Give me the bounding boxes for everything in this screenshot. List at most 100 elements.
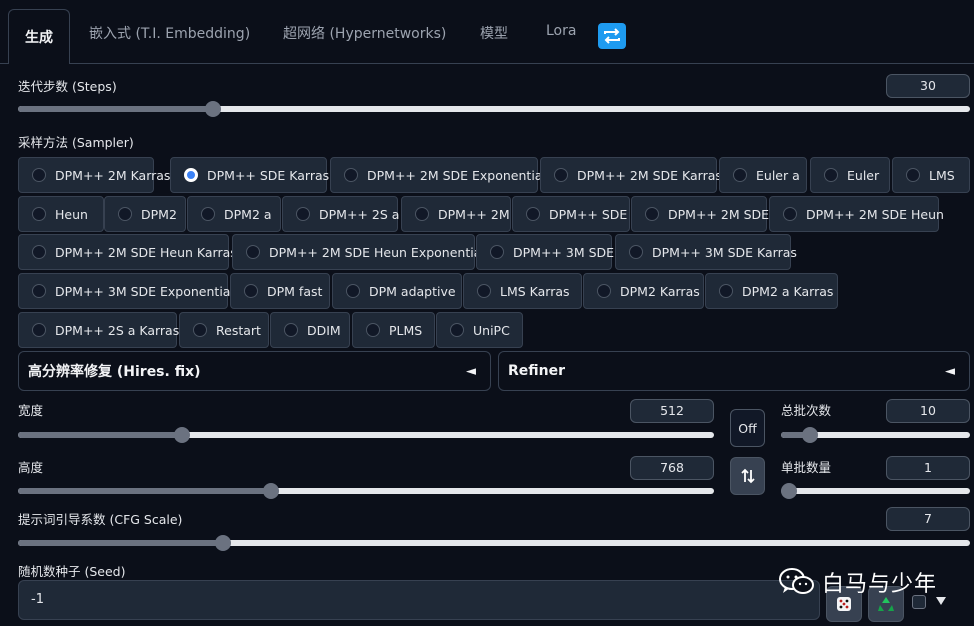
sampler-option-label: DPM++ 3M SDE Exponential: [55, 283, 234, 299]
sampler-option-label: LMS: [929, 167, 955, 183]
sampler-option[interactable]: UniPC: [436, 312, 523, 348]
radio-dot[interactable]: [244, 284, 258, 298]
radio-dot[interactable]: [415, 207, 429, 221]
slider-thumb[interactable]: [205, 101, 222, 117]
sampler-option[interactable]: DPM++ 3M SDE Karras: [615, 234, 797, 270]
steps-input[interactable]: 30: [886, 74, 970, 98]
sampler-option[interactable]: DPM++ 2M SDE Heun: [769, 196, 944, 232]
sampler-option[interactable]: Euler a: [719, 157, 807, 193]
radio-dot[interactable]: [450, 323, 464, 337]
radio-dot[interactable]: [597, 284, 611, 298]
cfg-input[interactable]: 7: [886, 507, 970, 531]
radio-dot[interactable]: [201, 207, 215, 221]
sampler-label: 采样方法 (Sampler): [18, 135, 134, 150]
radio-dot[interactable]: [526, 207, 540, 221]
radio-dot[interactable]: [824, 168, 838, 182]
swap-dimensions-button[interactable]: [730, 457, 765, 495]
sampler-option-label: Restart: [216, 322, 261, 338]
sampler-option[interactable]: DPM++ 2M SDE Heun Exponential: [232, 234, 485, 270]
sampler-option-label: DPM2: [141, 206, 177, 222]
radio-dot[interactable]: [246, 245, 260, 259]
radio-dot[interactable]: [284, 323, 298, 337]
radio-dot[interactable]: [344, 168, 358, 182]
cfg-slider[interactable]: [18, 533, 970, 553]
height-input[interactable]: 768: [630, 456, 714, 480]
slider-thumb[interactable]: [174, 427, 191, 443]
batch-count-slider[interactable]: [781, 425, 970, 445]
tab-model[interactable]: 模型: [480, 23, 508, 43]
slider-thumb[interactable]: [214, 535, 231, 551]
radio-dot[interactable]: [32, 168, 46, 182]
sampler-option[interactable]: DPM fast: [230, 273, 330, 309]
sampler-option[interactable]: PLMS: [352, 312, 435, 348]
steps-slider[interactable]: [18, 99, 970, 119]
batch-size-slider[interactable]: [781, 481, 970, 501]
radio-dot[interactable]: [118, 207, 132, 221]
radio-dot[interactable]: [193, 323, 207, 337]
sampler-option-label: Euler a: [756, 167, 800, 183]
sampler-option[interactable]: DPM++ 3M SDE Exponential: [18, 273, 234, 309]
sampler-option[interactable]: Euler: [810, 157, 890, 193]
hires-fix-accordion[interactable]: 高分辨率修复 (Hires. fix) ◄: [18, 351, 491, 391]
width-input[interactable]: 512: [630, 399, 714, 423]
sampler-option[interactable]: DPM++ SDE Karras: [170, 157, 329, 193]
sampler-option[interactable]: Restart: [179, 312, 269, 348]
radio-dot[interactable]: [32, 245, 46, 259]
tab-hypernetworks[interactable]: 超网络 (Hypernetworks): [283, 23, 446, 43]
width-slider[interactable]: [18, 425, 714, 445]
tab-embedding[interactable]: 嵌入式 (T.I. Embedding): [89, 23, 250, 43]
height-slider[interactable]: [18, 481, 714, 501]
tab-lora[interactable]: Lora: [546, 23, 576, 39]
radio-dot[interactable]: [629, 245, 643, 259]
sampler-option[interactable]: DPM2 a Karras: [705, 273, 838, 309]
refresh-icon[interactable]: [598, 23, 626, 49]
sampler-option[interactable]: DPM adaptive: [332, 273, 462, 309]
sampler-option[interactable]: DDIM: [270, 312, 350, 348]
sampler-option[interactable]: Heun: [18, 196, 104, 232]
sampler-option-label: LMS Karras: [500, 283, 570, 299]
seed-input[interactable]: -1: [18, 580, 820, 620]
refiner-accordion[interactable]: Refiner ◄: [498, 351, 970, 391]
slider-thumb[interactable]: [801, 427, 818, 443]
radio-dot[interactable]: [32, 284, 46, 298]
sampler-option[interactable]: DPM++ SDE: [512, 196, 630, 232]
sampler-option[interactable]: LMS Karras: [463, 273, 582, 309]
sampler-option[interactable]: DPM++ 2M SDE Exponential: [330, 157, 546, 193]
radio-dot[interactable]: [477, 284, 491, 298]
radio-dot[interactable]: [32, 207, 46, 221]
sampler-option[interactable]: DPM++ 2S a Karras: [18, 312, 179, 348]
slider-thumb[interactable]: [262, 483, 279, 499]
sampler-option[interactable]: DPM++ 3M SDE: [476, 234, 614, 270]
radio-dot[interactable]: [184, 168, 198, 182]
radio-dot[interactable]: [554, 168, 568, 182]
sampler-option[interactable]: DPM++ 2M: [401, 196, 511, 232]
tab-generate[interactable]: 生成: [8, 9, 70, 64]
sampler-option[interactable]: DPM++ 2M Karras: [18, 157, 170, 193]
slider-thumb[interactable]: [781, 483, 797, 499]
sampler-option[interactable]: DPM++ 2M SDE Karras: [540, 157, 722, 193]
sampler-option[interactable]: LMS: [892, 157, 970, 193]
radio-dot[interactable]: [645, 207, 659, 221]
radio-dot[interactable]: [490, 245, 504, 259]
sampler-option-label: DPM++ 2M SDE Karras: [577, 167, 722, 183]
radio-dot[interactable]: [719, 284, 733, 298]
radio-dot[interactable]: [733, 168, 747, 182]
sampler-option[interactable]: DPM++ 2M SDE: [631, 196, 769, 232]
sampler-option[interactable]: DPM++ 2M SDE Heun Karras: [18, 234, 237, 270]
sampler-option[interactable]: DPM2 Karras: [583, 273, 704, 309]
aspect-lock-button[interactable]: Off: [730, 409, 765, 447]
radio-dot[interactable]: [32, 323, 46, 337]
radio-dot[interactable]: [346, 284, 360, 298]
sampler-option[interactable]: DPM2: [104, 196, 186, 232]
sampler-option[interactable]: DPM2 a: [187, 196, 281, 232]
batch-count-input[interactable]: 10: [886, 399, 970, 423]
sampler-option-label: UniPC: [473, 322, 510, 338]
hires-fix-label: 高分辨率修复 (Hires. fix): [28, 364, 201, 380]
radio-dot[interactable]: [783, 207, 797, 221]
batch-size-input[interactable]: 1: [886, 456, 970, 480]
radio-dot[interactable]: [906, 168, 920, 182]
radio-dot[interactable]: [366, 323, 380, 337]
sampler-option[interactable]: DPM++ 2S a: [282, 196, 399, 232]
sampler-option-label: Heun: [55, 206, 88, 222]
radio-dot[interactable]: [296, 207, 310, 221]
